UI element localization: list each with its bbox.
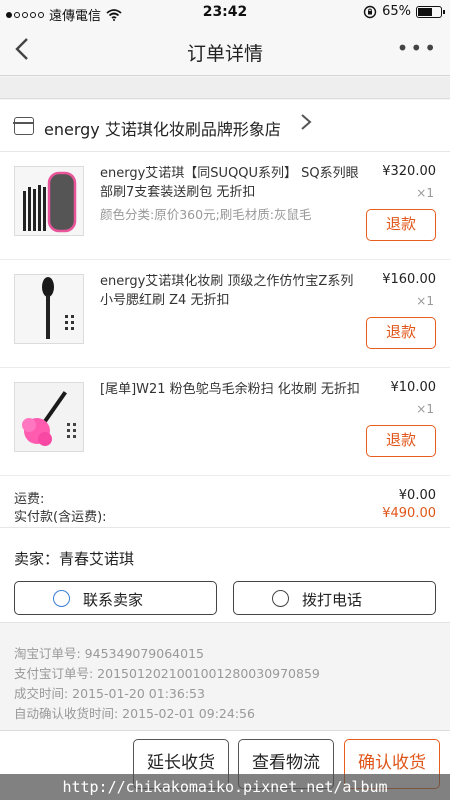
order-totals: 运费: ¥0.00 实付款(含运费): ¥490.00 <box>0 476 450 528</box>
taobao-order-number: 淘宝订单号: 945349079064015 <box>14 646 204 661</box>
product-image <box>14 382 84 452</box>
auto-confirm-time: 自动确认收货时间: 2015-02-01 09:24:56 <box>14 706 255 721</box>
item-title: [尾单]W21 粉色鸵鸟毛余粉扫 化妆刷 无折扣 <box>100 382 360 397</box>
shipping-label: 运费: <box>14 492 45 507</box>
divider-band <box>0 77 450 99</box>
battery-fill <box>418 7 433 16</box>
shop-icon <box>13 117 34 135</box>
item-quantity: ×1 <box>416 186 434 200</box>
item-price: ¥320.00 <box>382 164 436 179</box>
item-quantity: ×1 <box>416 294 434 308</box>
order-item[interactable]: energy艾诺琪【同SUQQU系列】 SQ系列眼部刷7支套装送刷包 无折扣 颜… <box>0 152 450 260</box>
paid-value: ¥490.00 <box>382 506 436 521</box>
order-card: energy 艾诺琪化妆刷品牌形象店 energy艾诺琪【同SUQQU系列】 S… <box>0 100 450 622</box>
refund-button[interactable]: 退款 <box>366 209 436 241</box>
deal-time: 成交时间: 2015-01-20 01:36:53 <box>14 686 205 701</box>
status-right: 65% <box>363 4 445 19</box>
item-title: energy艾诺琪化妆刷 顶级之作仿竹宝Z系列 小号腮红刷 Z4 无折扣 <box>100 274 354 308</box>
chat-icon <box>53 590 70 607</box>
page-title: 订单详情 <box>186 43 263 65</box>
shop-name: energy 艾诺琪化妆刷品牌形象店 <box>44 120 281 139</box>
contact-seller-button[interactable]: 联系卖家 <box>14 581 217 615</box>
item-spec: 颜色分类:原价360元;刷毛材质:灰鼠毛 <box>100 207 312 222</box>
phone-icon <box>272 590 289 607</box>
order-item[interactable]: [尾单]W21 粉色鸵鸟毛余粉扫 化妆刷 无折扣 ¥10.00 ×1 退款 <box>0 368 450 476</box>
rotation-lock-icon <box>363 5 377 18</box>
paid-label: 实付款(含运费): <box>14 510 107 525</box>
shop-row[interactable]: energy 艾诺琪化妆刷品牌形象店 <box>0 100 450 152</box>
item-quantity: ×1 <box>416 402 434 416</box>
item-price: ¥160.00 <box>382 272 436 287</box>
alipay-order-number: 支付宝订单号: 2015012021001001280030970859 <box>14 666 320 681</box>
more-dots-icon[interactable]: ••• <box>397 36 438 60</box>
status-bar: 遠傳電信 23:42 65% <box>0 0 450 26</box>
battery-icon <box>416 5 445 18</box>
item-title: energy艾诺琪【同SUQQU系列】 SQ系列眼部刷7支套装送刷包 无折扣 <box>100 166 359 200</box>
call-label: 拨打电话 <box>302 591 363 609</box>
product-image <box>14 274 84 344</box>
chevron-right-icon <box>300 112 312 138</box>
item-price: ¥10.00 <box>390 380 437 395</box>
battery-percent: 65% <box>382 4 411 19</box>
refund-button[interactable]: 退款 <box>366 317 436 349</box>
seller-name: 卖家：青春艾诺琪 <box>14 550 135 568</box>
contact-seller-label: 联系卖家 <box>83 591 144 609</box>
watermark-url: http://chikakomaiko.pixnet.net/album <box>0 774 450 800</box>
refund-button[interactable]: 退款 <box>366 425 436 457</box>
product-image <box>14 166 84 236</box>
shipping-value: ¥0.00 <box>398 488 436 503</box>
order-item[interactable]: energy艾诺琪化妆刷 顶级之作仿竹宝Z系列 小号腮红刷 Z4 无折扣 ¥16… <box>0 260 450 368</box>
call-button[interactable]: 拨打电话 <box>233 581 436 615</box>
order-info: 淘宝订单号: 945349079064015 支付宝订单号: 201501202… <box>0 622 450 730</box>
nav-bar: 订单详情 ••• <box>0 26 450 76</box>
